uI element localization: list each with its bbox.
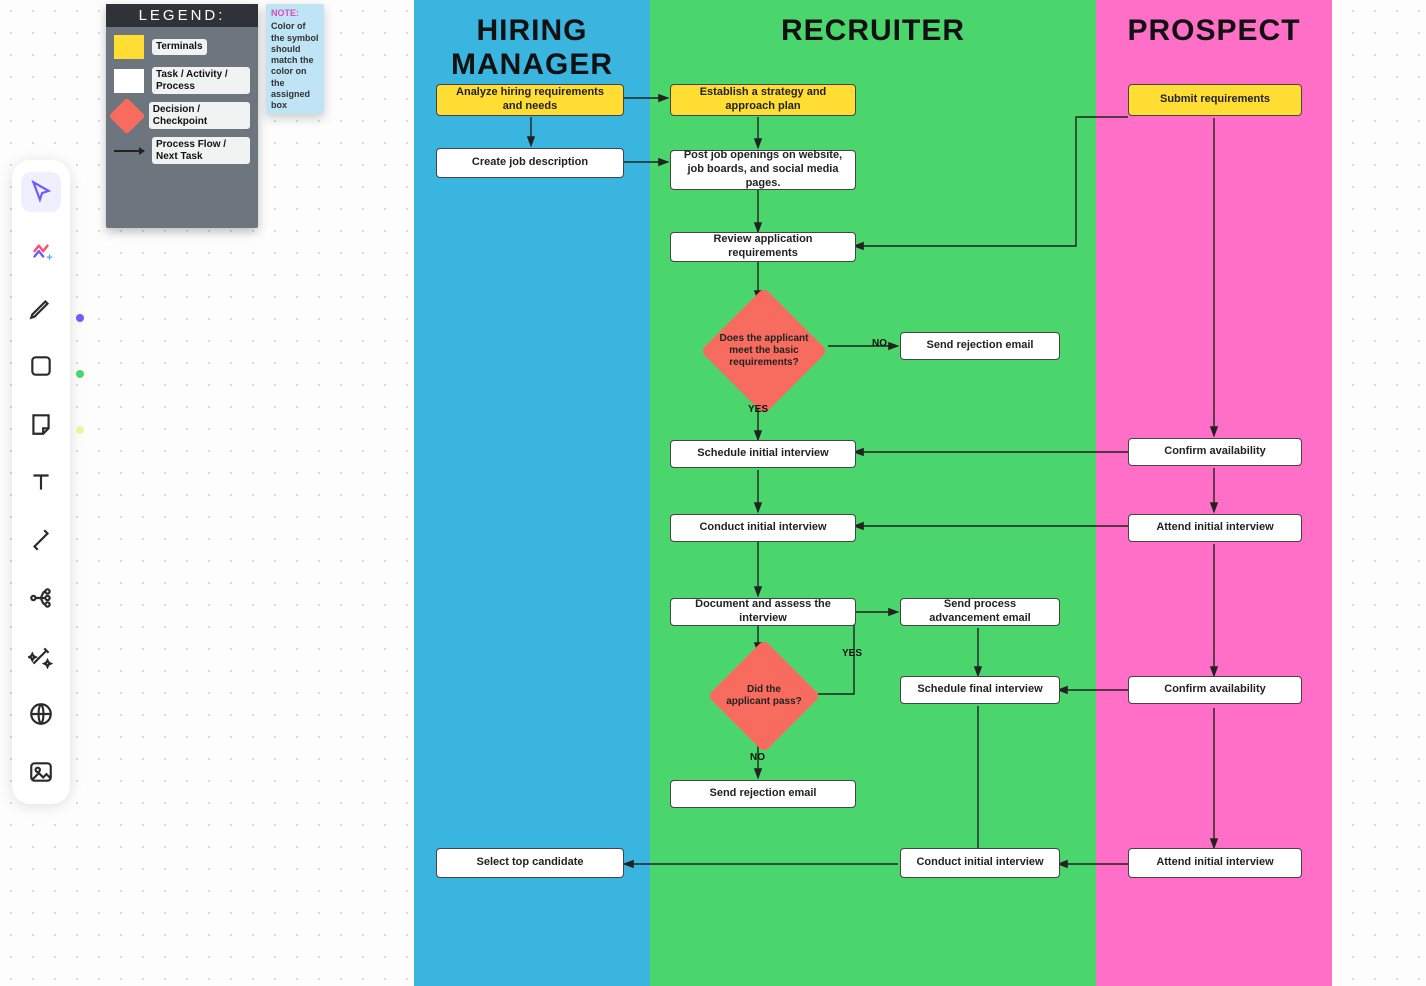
tool-sticky[interactable] bbox=[21, 404, 61, 444]
legend-panel[interactable]: LEGEND: Terminals Task / Activity / Proc… bbox=[106, 4, 258, 228]
svg-text:+: + bbox=[46, 252, 52, 263]
decide1-text: Does the applicant meet the basic requir… bbox=[719, 333, 809, 369]
box-rec-schedfinal[interactable]: Schedule final interview bbox=[900, 676, 1060, 704]
text-icon bbox=[28, 469, 54, 495]
box-hm-analyze[interactable]: Analyze hiring requirements and needs bbox=[436, 84, 624, 116]
box-rec-sched1[interactable]: Schedule initial interview bbox=[670, 440, 856, 468]
box-rec-conduct1[interactable]: Conduct initial interview bbox=[670, 514, 856, 542]
sticky-color-dot bbox=[76, 426, 84, 434]
box-rec-review[interactable]: Review application requirements bbox=[670, 232, 856, 262]
label-yes2: YES bbox=[842, 648, 862, 659]
label-yes1: YES bbox=[748, 404, 768, 415]
pen-icon bbox=[28, 295, 54, 321]
tool-pen[interactable] bbox=[21, 288, 61, 328]
left-toolbar: + bbox=[12, 160, 70, 804]
tool-connector[interactable] bbox=[21, 520, 61, 560]
legend-row-task: Task / Activity / Process bbox=[106, 59, 258, 94]
tool-select[interactable] bbox=[21, 172, 61, 212]
box-rec-reject1[interactable]: Send rejection email bbox=[900, 332, 1060, 360]
pen-color-dot bbox=[76, 314, 84, 322]
legend-label-terminals: Terminals bbox=[152, 39, 207, 55]
legend-label-task: Task / Activity / Process bbox=[152, 67, 250, 94]
label-no1: NO bbox=[872, 338, 887, 349]
box-pros-attend2[interactable]: Attend initial interview bbox=[1128, 848, 1302, 878]
legend-label-flow: Process Flow / Next Task bbox=[152, 137, 250, 164]
note-title: NOTE: bbox=[271, 8, 319, 19]
lane-header-pros: PROSPECT bbox=[1096, 0, 1332, 70]
box-rec-post[interactable]: Post job openings on website, job boards… bbox=[670, 150, 856, 190]
cursor-icon bbox=[28, 179, 54, 205]
decide2-text: Did the applicant pass? bbox=[724, 684, 804, 708]
sticky-note-icon bbox=[28, 411, 54, 437]
box-rec-reject2[interactable]: Send rejection email bbox=[670, 780, 856, 808]
tool-shape[interactable] bbox=[21, 346, 61, 386]
box-pros-attend1[interactable]: Attend initial interview bbox=[1128, 514, 1302, 542]
legend-label-decision: Decision / Checkpoint bbox=[149, 102, 250, 129]
box-rec-advance[interactable]: Send process advancement email bbox=[900, 598, 1060, 626]
lane-prospect[interactable]: PROSPECT bbox=[1096, 0, 1332, 986]
lane-header-rec: RECRUITER bbox=[650, 0, 1096, 70]
tool-globe[interactable] bbox=[21, 694, 61, 734]
lane-recruiter[interactable]: RECRUITER bbox=[650, 0, 1096, 986]
legend-row-flow: Process Flow / Next Task bbox=[106, 129, 258, 164]
box-pros-submit[interactable]: Submit requirements bbox=[1128, 84, 1302, 116]
box-rec-document[interactable]: Document and assess the interview bbox=[670, 598, 856, 626]
box-pros-confirm2[interactable]: Confirm availability bbox=[1128, 676, 1302, 704]
connector-icon bbox=[28, 527, 54, 553]
legend-swatch-terminal bbox=[114, 35, 144, 59]
box-hm-selecttop[interactable]: Select top candidate bbox=[436, 848, 624, 878]
square-icon bbox=[28, 353, 54, 379]
magic-wand-icon bbox=[28, 643, 54, 669]
legend-swatch-task bbox=[114, 69, 144, 93]
legend-swatch-arrow bbox=[114, 150, 144, 152]
tool-magic[interactable] bbox=[21, 636, 61, 676]
tool-image[interactable] bbox=[21, 752, 61, 792]
globe-icon bbox=[28, 701, 54, 727]
box-hm-createjd[interactable]: Create job description bbox=[436, 148, 624, 178]
legend-swatch-decision bbox=[109, 97, 146, 134]
legend-row-decision: Decision / Checkpoint bbox=[106, 94, 258, 129]
tool-ai[interactable]: + bbox=[21, 230, 61, 270]
image-icon bbox=[28, 759, 54, 785]
legend-row-terminals: Terminals bbox=[106, 27, 258, 59]
mindmap-icon bbox=[28, 585, 54, 611]
tool-mindmap[interactable] bbox=[21, 578, 61, 618]
note-body: Color of the symbol should match the col… bbox=[271, 21, 319, 111]
tool-text[interactable] bbox=[21, 462, 61, 502]
box-rec-strategy[interactable]: Establish a strategy and approach plan bbox=[670, 84, 856, 116]
shape-color-dot bbox=[76, 370, 84, 378]
box-rec-conduct2[interactable]: Conduct initial interview bbox=[900, 848, 1060, 878]
box-pros-confirm1[interactable]: Confirm availability bbox=[1128, 438, 1302, 466]
ai-brain-icon: + bbox=[28, 237, 54, 263]
legend-title: LEGEND: bbox=[106, 4, 258, 27]
sticky-note[interactable]: NOTE: Color of the symbol should match t… bbox=[266, 4, 324, 114]
label-no2: NO bbox=[750, 752, 765, 763]
